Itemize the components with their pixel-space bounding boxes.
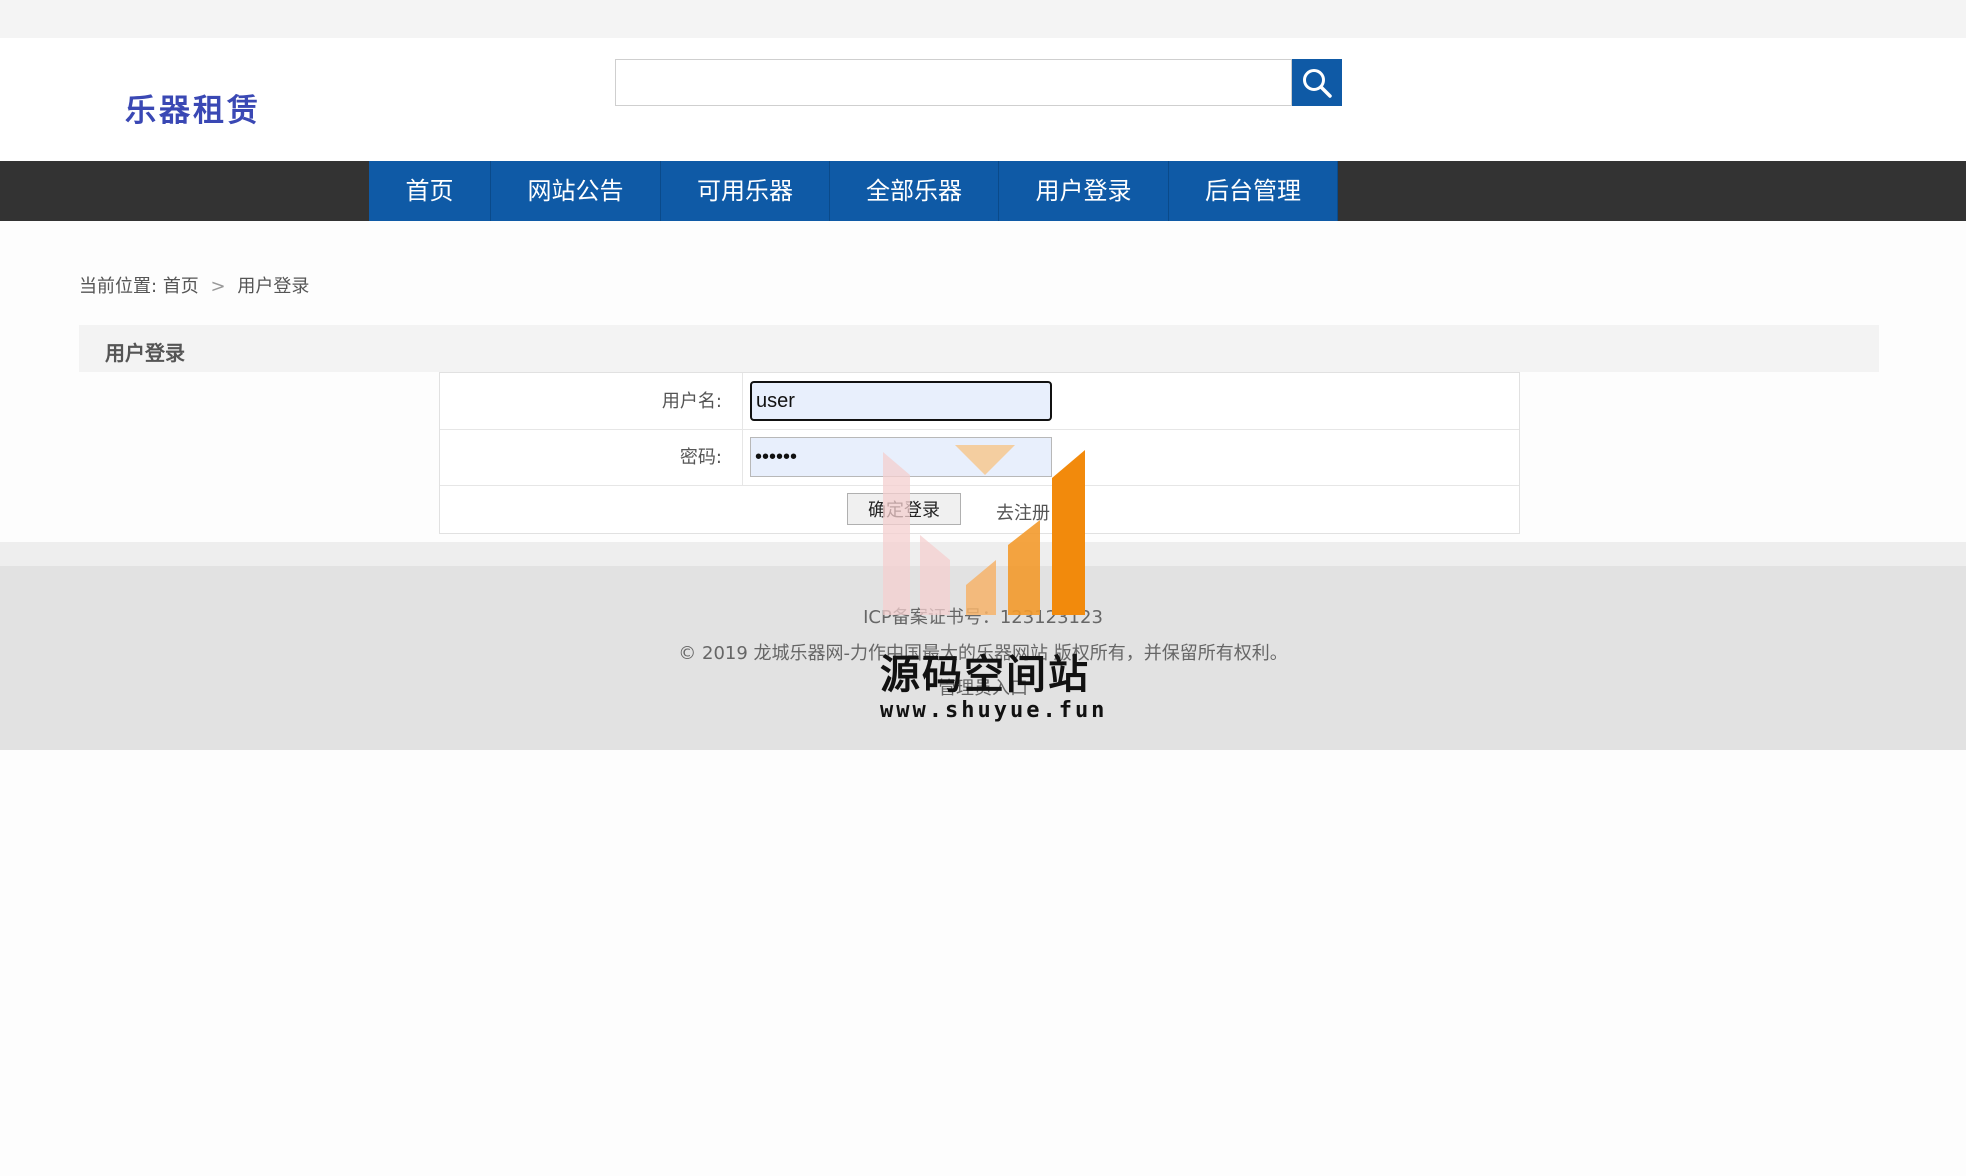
username-label: 用户名:: [440, 373, 743, 429]
login-form: 用户名: 密码: 确定登录 去注册: [439, 372, 1520, 534]
actions-row: 确定登录 去注册: [440, 486, 1519, 533]
site-footer: ICP备案证书号：123123123 © 2019 龙城乐器网-力作中国最大的乐…: [0, 566, 1966, 750]
login-panel-title: 用户登录: [105, 341, 185, 365]
password-input[interactable]: [750, 437, 1052, 477]
top-strip: [0, 0, 1966, 38]
password-label: 密码:: [440, 430, 743, 485]
site-logo[interactable]: 乐器租赁: [125, 85, 261, 130]
search-button[interactable]: [1292, 59, 1342, 106]
nav-item-home[interactable]: 首页: [369, 161, 491, 221]
breadcrumb-separator: >: [210, 276, 226, 297]
login-panel-header: 用户登录: [79, 325, 1879, 372]
nav-item-available-instruments[interactable]: 可用乐器: [661, 161, 830, 221]
register-link[interactable]: 去注册: [996, 499, 1050, 525]
nav-item-user-login[interactable]: 用户登录: [999, 161, 1169, 221]
password-row: 密码:: [440, 430, 1519, 486]
search-input[interactable]: [615, 59, 1292, 106]
main-nav-bar: 首页 网站公告 可用乐器 全部乐器 用户登录 后台管理: [0, 161, 1966, 221]
username-row: 用户名:: [440, 373, 1519, 430]
nav-item-all-instruments[interactable]: 全部乐器: [830, 161, 999, 221]
nav-item-announcements[interactable]: 网站公告: [491, 161, 661, 221]
breadcrumb: 当前位置: 首页 > 用户登录: [79, 272, 309, 298]
main-nav: 首页 网站公告 可用乐器 全部乐器 用户登录 后台管理: [369, 161, 1338, 221]
site-header: 乐器租赁: [0, 38, 1966, 161]
breadcrumb-home-link[interactable]: 首页: [163, 276, 199, 297]
footer-admin-link[interactable]: 管理员入口: [0, 674, 1966, 700]
login-submit-button[interactable]: 确定登录: [847, 493, 961, 525]
nav-item-admin[interactable]: 后台管理: [1169, 161, 1338, 221]
search-icon: [1303, 69, 1332, 98]
breadcrumb-prefix: 当前位置:: [79, 276, 158, 297]
footer-icp: ICP备案证书号：123123123: [863, 607, 1103, 628]
footer-copyright: © 2019 龙城乐器网-力作中国最大的乐器网站 版权所有，并保留所有权利。: [678, 643, 1288, 664]
footer-divider: [0, 542, 1966, 566]
breadcrumb-current: 用户登录: [237, 276, 310, 297]
username-input[interactable]: [750, 381, 1052, 421]
